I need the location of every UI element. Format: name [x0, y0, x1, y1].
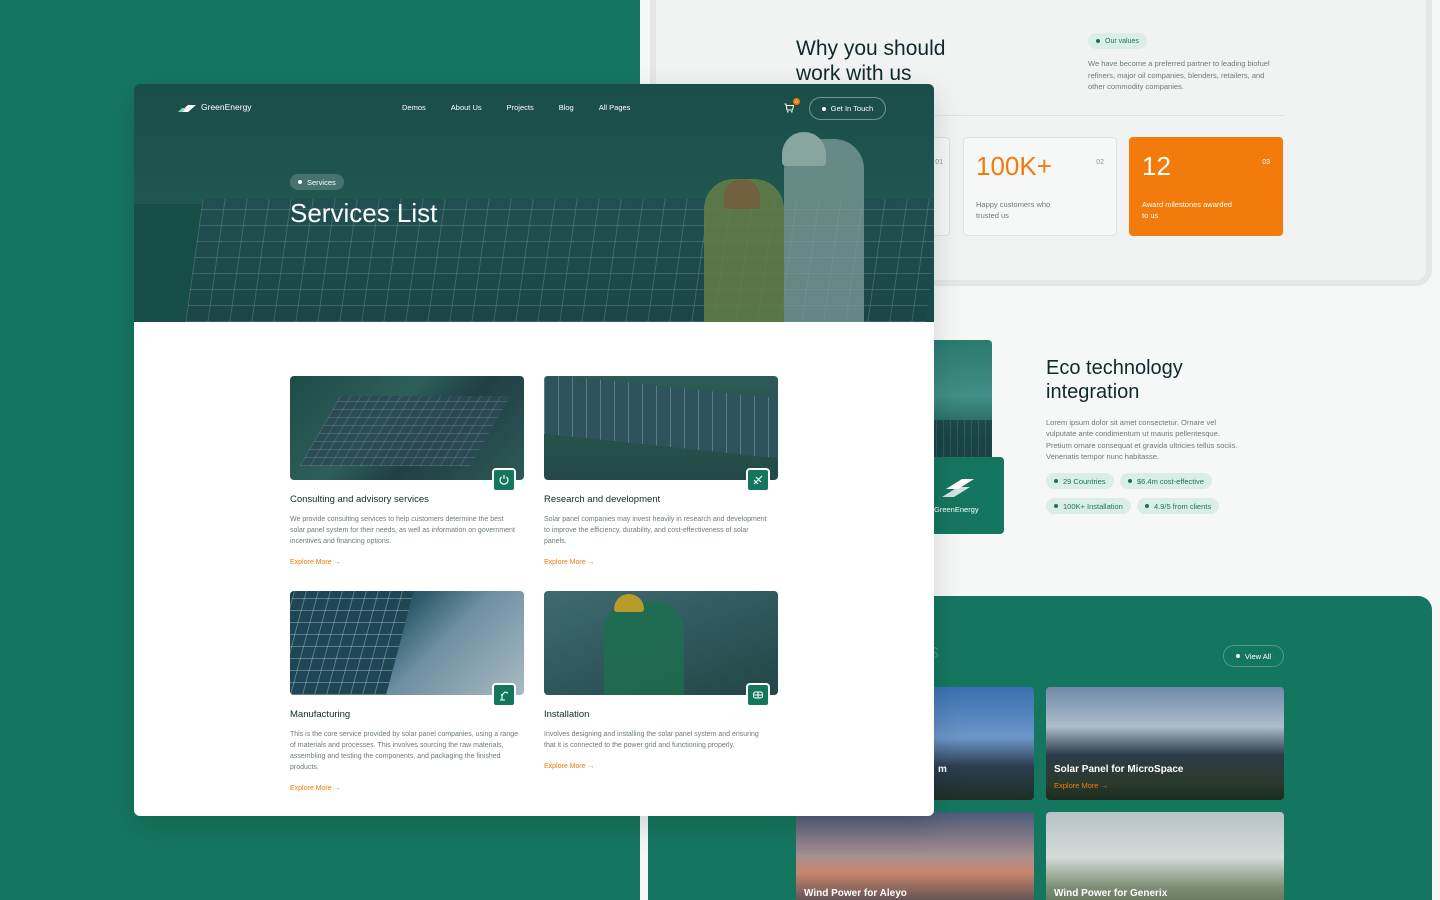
stat-index: 01: [935, 159, 943, 166]
explore-more-link[interactable]: Explore More →: [544, 559, 595, 566]
stat-number: 100K+: [976, 151, 1052, 181]
values-pill: Our values: [1088, 33, 1147, 49]
explore-label: Explore More: [544, 559, 586, 566]
get-in-touch-button[interactable]: Get In Touch: [809, 97, 886, 120]
explore-label: Explore More: [1054, 781, 1099, 790]
main-menu: Demos About Us Projects Blog All Pages: [402, 103, 630, 112]
explore-label: Explore More: [544, 763, 586, 770]
greenenergy-logo-icon: [178, 105, 196, 112]
page-title: Services List: [290, 198, 438, 228]
why-title: Why you should work with us: [796, 37, 946, 85]
service-title: Consulting and advisory services: [290, 494, 429, 505]
stat-card-3: 12 03 Award milestones awarded to us: [1129, 137, 1283, 236]
eco-description: Lorem ipsum dolor sit amet consectetur. …: [1046, 418, 1238, 461]
project-title: Wind Power for Generix: [1054, 888, 1168, 899]
hero-banner: GreenEnergy Demos About Us Projects Blog…: [134, 84, 934, 322]
project-card[interactable]: m: [930, 687, 1034, 800]
eco-tag-label: 100K+ Installation: [1063, 501, 1123, 511]
project-title: Solar Panel for MicroSpace: [1054, 764, 1184, 775]
stat-label: Happy customers who trusted us: [976, 200, 1051, 220]
service-card: Research and development Solar panel com…: [544, 376, 778, 569]
service-title: Installation: [544, 709, 590, 720]
eco-title: Eco technology integration: [1046, 357, 1183, 403]
explore-more-link[interactable]: Explore More →: [290, 559, 341, 566]
service-card: Manufacturing This is the core service p…: [290, 591, 524, 795]
eco-tag: 100K+ Installation: [1046, 498, 1131, 514]
get-in-touch-label: Get In Touch: [830, 104, 874, 113]
hero-pill-label: Services: [307, 177, 336, 187]
hero-pill: Services: [290, 174, 344, 190]
service-card: Installation Involves designing and inst…: [544, 591, 778, 773]
stat-number: 12: [1142, 151, 1171, 181]
service-title: Manufacturing: [290, 709, 351, 720]
menu-item-demos[interactable]: Demos: [402, 103, 426, 112]
service-image: [290, 591, 524, 695]
service-image: [544, 376, 778, 480]
values-pill-label: Our values: [1105, 37, 1139, 45]
explore-label: Explore More: [290, 559, 332, 566]
service-description: This is the core service provided by sol…: [290, 731, 519, 771]
robot-arm-icon: [492, 683, 516, 707]
service-description: We provide consulting services to help c…: [290, 516, 515, 545]
dot-icon: [821, 106, 826, 111]
service-description: Involves designing and installing the so…: [544, 731, 759, 749]
arrow-right-icon: →: [333, 785, 341, 792]
menu-item-about-us[interactable]: About Us: [451, 103, 482, 112]
stat-label: Award milestones awarded to us: [1142, 200, 1232, 220]
project-title: Wind Power for Aleyo: [804, 888, 907, 899]
cart-icon[interactable]: [784, 103, 794, 113]
arrow-right-icon: →: [587, 559, 595, 566]
menu-item-all-pages[interactable]: All Pages: [599, 103, 631, 112]
power-icon: [492, 468, 516, 492]
cart-count-badge: 0: [793, 98, 800, 105]
panel-icon: [746, 683, 770, 707]
arrow-right-icon: →: [1100, 781, 1109, 790]
why-description: We have become a preferred partner to le…: [1088, 59, 1270, 91]
eco-tag: 4.9/5 from clients: [1137, 498, 1220, 514]
stat-card-2: 100K+ 02 Happy customers who trusted us: [963, 137, 1117, 236]
explore-more-link[interactable]: Explore More →: [544, 763, 595, 770]
project-explore-link[interactable]: Explore More →: [1054, 781, 1108, 790]
eco-tag-label: 29 Countries: [1063, 476, 1106, 486]
menu-item-projects[interactable]: Projects: [507, 103, 534, 112]
eco-tag: 29 Countries: [1046, 473, 1114, 489]
service-image: [290, 376, 524, 480]
logo-text: GreenEnergy: [201, 102, 252, 112]
dot-icon: [1235, 654, 1240, 658]
logo[interactable]: GreenEnergy: [178, 102, 252, 112]
project-card[interactable]: Solar Panel for MicroSpace Explore More …: [1046, 687, 1284, 800]
greenenergy-logo-icon: [942, 479, 974, 497]
view-all-button[interactable]: View All: [1223, 645, 1284, 667]
stat-index: 03: [1262, 159, 1270, 166]
top-nav: GreenEnergy Demos About Us Projects Blog…: [134, 84, 934, 134]
menu-item-blog[interactable]: Blog: [559, 103, 574, 112]
eco-tag: $6.4m cost-effective: [1120, 473, 1212, 489]
explore-more-link[interactable]: Explore More →: [290, 785, 341, 792]
service-card: Consulting and advisory services We prov…: [290, 376, 524, 569]
project-card[interactable]: Wind Power for Generix: [1046, 812, 1284, 900]
satellite-icon: [746, 468, 770, 492]
project-title: m: [938, 764, 947, 775]
dot-icon: [1096, 39, 1100, 43]
service-title: Research and development: [544, 494, 661, 505]
eco-badge-label: GreenEnergy: [934, 505, 979, 514]
eco-tag-label: 4.9/5 from clients: [1154, 501, 1212, 511]
view-all-label: View All: [1244, 651, 1272, 661]
arrow-right-icon: →: [333, 559, 341, 566]
eco-logo-badge: [930, 457, 1004, 534]
service-image: [544, 591, 778, 695]
arrow-right-icon: →: [587, 763, 595, 770]
project-card[interactable]: Wind Power for Aleyo: [796, 812, 1034, 900]
eco-tag-label: $6.4m cost-effective: [1137, 476, 1204, 486]
service-description: Solar panel companies may invest heavily…: [544, 516, 767, 545]
services-page-window: GreenEnergy Demos About Us Projects Blog…: [134, 84, 934, 816]
dot-icon: [298, 180, 302, 184]
explore-label: Explore More: [290, 785, 332, 792]
stat-index: 02: [1096, 159, 1104, 166]
